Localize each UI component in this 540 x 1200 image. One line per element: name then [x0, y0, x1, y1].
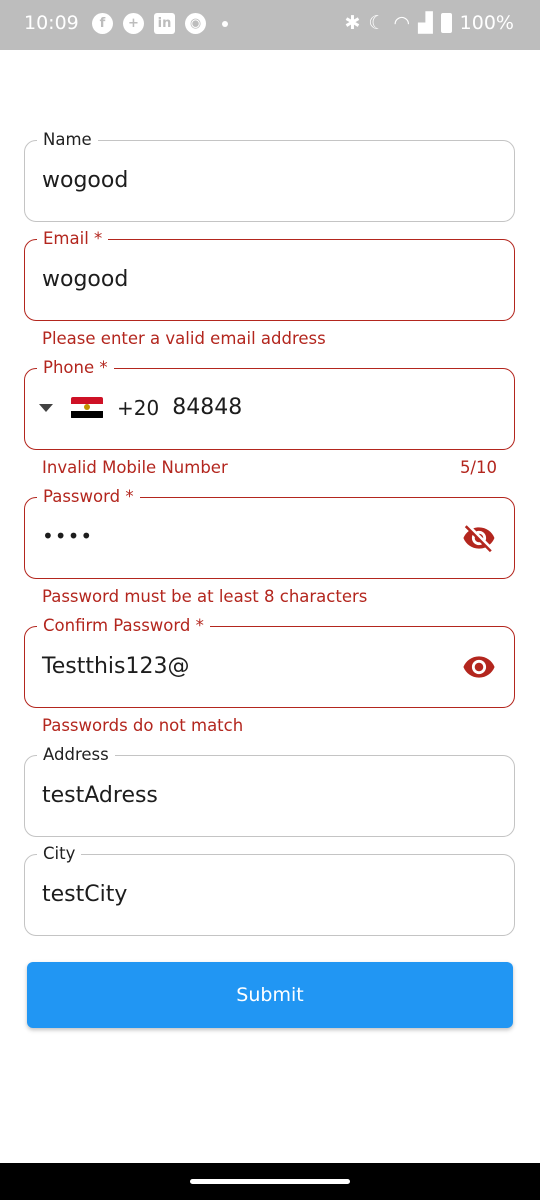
- phone-input[interactable]: 84848: [172, 395, 242, 420]
- password-error: Password must be at least 8 characters: [42, 587, 368, 606]
- name-label: Name: [37, 129, 98, 151]
- city-input[interactable]: testCity: [42, 881, 127, 909]
- egypt-flag-icon[interactable]: [71, 396, 103, 419]
- moon-icon: ☾: [368, 12, 386, 34]
- email-input[interactable]: wogood: [42, 266, 128, 294]
- home-handle[interactable]: [190, 1179, 350, 1184]
- phone-row: +20 84848: [39, 395, 242, 420]
- phone-error: Invalid Mobile Number: [42, 458, 228, 477]
- address-label: Address: [37, 744, 115, 766]
- phone-label: Phone *: [37, 357, 114, 379]
- dial-code[interactable]: +20: [117, 396, 159, 420]
- phone-field[interactable]: Phone * +20 84848: [24, 357, 515, 450]
- submit-button[interactable]: Submit: [27, 962, 513, 1028]
- password-field[interactable]: Password * ••••: [24, 486, 515, 579]
- signal-icon: ▟: [418, 12, 433, 34]
- eye-off-icon[interactable]: [462, 521, 496, 555]
- bluetooth-icon: ✱: [344, 12, 361, 34]
- linkedin-icon: in: [154, 13, 175, 34]
- confirm-password-error: Passwords do not match: [42, 716, 244, 735]
- facebook-icon: f: [92, 13, 113, 34]
- status-time: 10:09: [24, 12, 79, 34]
- email-label: Email *: [37, 228, 109, 250]
- country-dropdown-icon[interactable]: [39, 403, 53, 412]
- system-icons: ✱ ☾ ◠ ▟ 100%: [344, 12, 514, 34]
- address-field[interactable]: Address testAdress: [24, 744, 515, 837]
- confirm-password-label: Confirm Password *: [37, 615, 210, 637]
- email-error: Please enter a valid email address: [42, 329, 326, 348]
- battery-icon: [440, 13, 452, 33]
- phone-counter: 5/10: [459, 458, 497, 477]
- app-icon: ◉: [185, 13, 206, 34]
- name-input[interactable]: wogood: [42, 167, 128, 195]
- notification-icons: f + in ◉: [92, 13, 228, 34]
- password-label: Password *: [37, 486, 140, 508]
- status-bar: 10:09 f + in ◉ ✱ ☾ ◠ ▟ 100%: [0, 0, 540, 50]
- city-label: City: [37, 843, 82, 865]
- battery-level: 100%: [459, 12, 514, 34]
- email-field[interactable]: Email * wogood: [24, 228, 515, 321]
- city-field[interactable]: City testCity: [24, 843, 515, 936]
- confirm-password-field[interactable]: Confirm Password * Testthis123@: [24, 615, 515, 708]
- navigation-bar: [0, 1163, 540, 1200]
- eye-icon[interactable]: [462, 650, 496, 684]
- more-notifications-dot: [222, 20, 228, 27]
- address-input[interactable]: testAdress: [42, 782, 158, 810]
- add-circle-icon: +: [123, 13, 144, 34]
- name-field[interactable]: Name wogood: [24, 129, 515, 222]
- confirm-password-input[interactable]: Testthis123@: [42, 653, 189, 681]
- password-input[interactable]: ••••: [42, 522, 93, 550]
- wifi-icon: ◠: [393, 12, 411, 34]
